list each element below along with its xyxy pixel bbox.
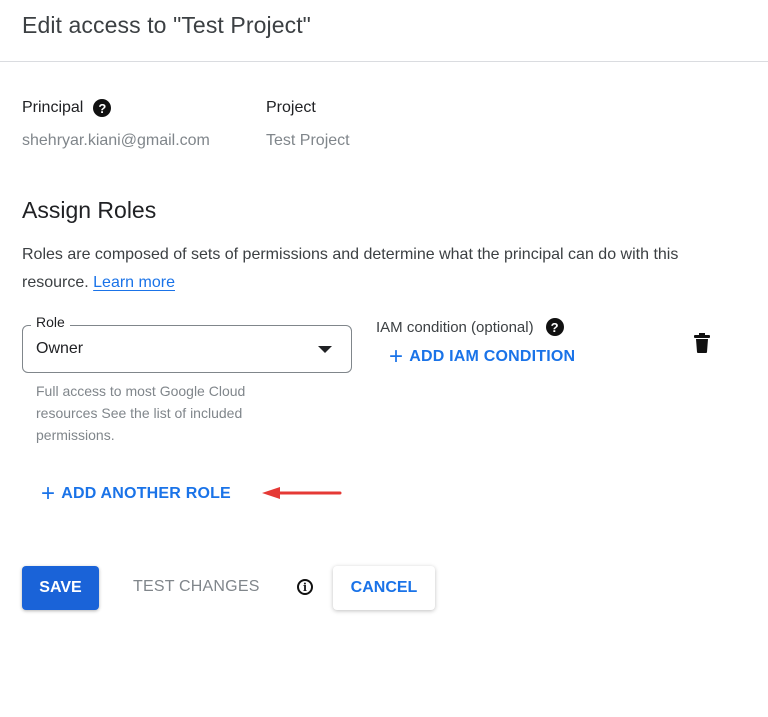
header-divider: [0, 61, 768, 62]
assign-roles-description: Roles are composed of sets of permission…: [22, 241, 722, 297]
iam-help-icon[interactable]: ?: [545, 318, 564, 336]
principal-label: Principal: [22, 99, 84, 116]
test-changes-button[interactable]: TEST CHANGES: [133, 578, 260, 596]
role-select-label: Role: [31, 314, 70, 330]
add-another-role-label: ADD ANOTHER ROLE: [61, 485, 231, 502]
role-hint: Full access to most Google Cloud resourc…: [36, 383, 246, 443]
add-iam-condition-label: ADD IAM CONDITION: [409, 348, 576, 365]
dialog-title: Edit access to "Test Project": [22, 12, 311, 38]
annotation-arrow-icon: [262, 487, 342, 499]
project-value: Test Project: [266, 132, 350, 149]
role-select-value: Owner: [36, 340, 84, 357]
principal-help-icon[interactable]: ?: [93, 99, 112, 117]
add-another-role-button[interactable]: + ADD ANOTHER ROLE: [41, 482, 231, 506]
iam-condition-label: IAM condition (optional): [376, 318, 534, 336]
add-iam-condition-button[interactable]: + ADD IAM CONDITION: [389, 345, 575, 369]
principal-label-row: Principal ?: [22, 99, 112, 117]
dropdown-caret-icon[interactable]: [318, 346, 332, 353]
info-icon[interactable]: i: [297, 579, 313, 595]
plus-icon: +: [389, 343, 404, 370]
trash-icon[interactable]: [694, 333, 710, 353]
cancel-button[interactable]: CANCEL: [333, 566, 435, 610]
iam-condition-label-row: IAM condition (optional) ?: [376, 318, 564, 336]
project-label: Project: [266, 99, 316, 116]
save-button[interactable]: SAVE: [22, 566, 99, 610]
learn-more-link[interactable]: Learn more: [93, 274, 175, 291]
plus-icon: +: [41, 480, 56, 507]
assign-roles-heading: Assign Roles: [22, 197, 157, 223]
principal-value: shehryar.kiani@gmail.com: [22, 132, 210, 149]
